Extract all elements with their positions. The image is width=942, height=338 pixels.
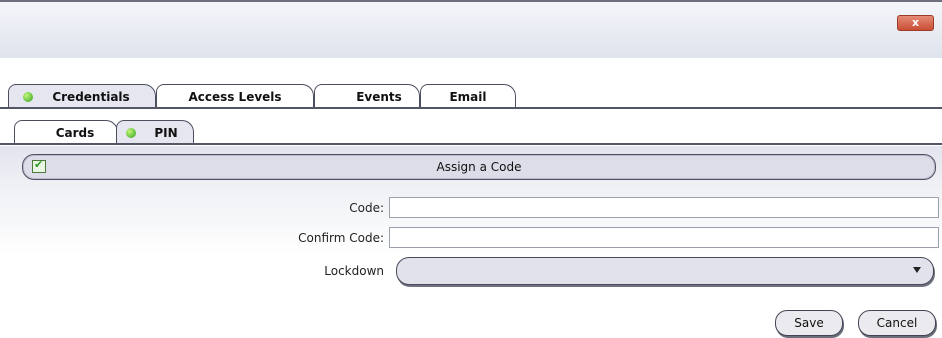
tab-credentials-label: Credentials: [52, 90, 130, 104]
tab-cards-label: Cards: [55, 126, 95, 140]
tab-pin[interactable]: PIN: [116, 120, 194, 144]
close-icon: x: [911, 16, 920, 29]
tab-access-levels-label: Access Levels: [188, 90, 282, 104]
tab-email-label: Email: [449, 90, 487, 104]
chevron-down-icon: [913, 267, 921, 273]
status-green-icon: [126, 128, 136, 138]
close-button[interactable]: x: [897, 15, 934, 31]
tab-events-label: Events: [356, 90, 402, 104]
tab-cards[interactable]: Cards: [14, 120, 118, 144]
tab-email[interactable]: Email: [420, 84, 516, 108]
tab-access-levels[interactable]: Access Levels: [156, 84, 314, 108]
tab-events[interactable]: Events: [314, 84, 420, 108]
assign-code-toggle[interactable]: Assign a Code: [22, 154, 936, 180]
tab-strip-divider: [0, 107, 942, 109]
code-label: Code:: [349, 201, 384, 215]
status-green-icon: [23, 92, 33, 102]
window-header: x: [0, 0, 942, 58]
cancel-button[interactable]: Cancel: [858, 310, 936, 336]
tab-pin-label: PIN: [154, 126, 178, 140]
confirm-code-input[interactable]: [389, 227, 939, 248]
assign-code-label: Assign a Code: [436, 160, 522, 174]
subtab-strip-divider: [0, 143, 942, 145]
lockdown-label: Lockdown: [324, 264, 384, 278]
confirm-code-label: Confirm Code:: [298, 231, 384, 245]
code-input[interactable]: [389, 197, 939, 218]
lockdown-select[interactable]: [396, 257, 934, 285]
tab-credentials[interactable]: Credentials: [8, 84, 156, 108]
save-button[interactable]: Save: [775, 310, 843, 336]
